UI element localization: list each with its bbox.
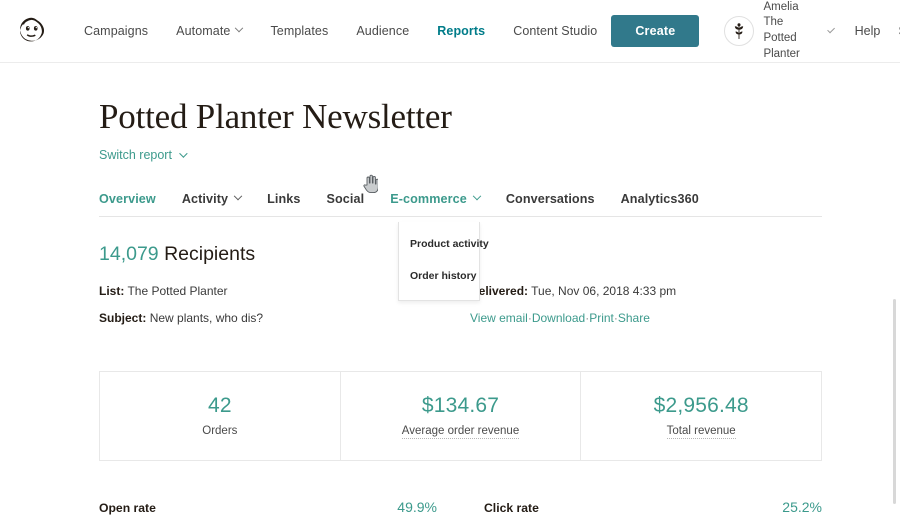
view-email-link[interactable]: View email	[470, 311, 528, 325]
download-link[interactable]: Download	[532, 311, 585, 325]
create-button[interactable]: Create	[611, 15, 699, 47]
open-rate-title: Open rate	[99, 501, 156, 515]
click-rate-percent: 25.2%	[782, 499, 822, 515]
tab-label: Overview	[99, 192, 156, 206]
account-menu[interactable]: Amelia The Potted Planter	[724, 0, 830, 62]
report-tabs: Overview Activity Links Social E-commerc…	[99, 192, 822, 217]
account-text: Amelia The Potted Planter	[763, 0, 806, 62]
click-rate-title: Click rate	[484, 501, 539, 515]
report-page: Potted Planter Newsletter Switch report …	[0, 97, 900, 519]
chevron-down-icon	[827, 25, 835, 33]
email-action-links: View email·Download·Print·Share	[470, 311, 822, 325]
tab-analytics360[interactable]: Analytics360	[608, 192, 712, 206]
tab-conversations[interactable]: Conversations	[493, 192, 608, 206]
nav-link-label: Campaigns	[84, 24, 148, 38]
dropdown-item-product-activity[interactable]: Product activity	[399, 228, 479, 260]
stat-card-total-revenue: $2,956.48 Total revenue	[581, 372, 821, 460]
page-scrollbar-track[interactable]	[892, 64, 898, 519]
chevron-down-icon	[179, 149, 187, 157]
switch-report-label: Switch report	[99, 148, 172, 162]
delivered-row: Delivered: Tue, Nov 06, 2018 4:33 pm	[470, 284, 822, 300]
open-rate-percent: 49.9%	[397, 499, 437, 515]
primary-nav-links: Campaigns Automate Templates Audience Re…	[70, 18, 611, 44]
stat-label[interactable]: Average order revenue	[402, 425, 519, 439]
stat-value: $134.67	[351, 394, 571, 418]
stat-label[interactable]: Total revenue	[667, 425, 736, 439]
stat-card-orders: 42 Orders	[100, 372, 341, 460]
stat-value: 42	[110, 394, 330, 418]
tab-activity[interactable]: Activity	[169, 192, 254, 206]
campaign-meta-right: Delivered: Tue, Nov 06, 2018 4:33 pm Vie…	[470, 284, 822, 337]
subject-value: New plants, who dis?	[150, 311, 263, 325]
recipients-count: 14,079	[99, 243, 159, 265]
list-value: The Potted Planter	[127, 284, 227, 298]
print-link[interactable]: Print	[589, 311, 614, 325]
ecommerce-stat-cards: 42 Orders $134.67 Average order revenue …	[99, 371, 822, 461]
plant-avatar-icon	[724, 16, 754, 46]
tab-label: Analytics360	[621, 192, 699, 206]
tab-label: Social	[327, 192, 365, 206]
account-org: The Potted Planter	[763, 15, 806, 62]
nav-link-reports[interactable]: Reports	[423, 18, 499, 44]
nav-link-templates[interactable]: Templates	[256, 18, 342, 44]
tab-links[interactable]: Links	[254, 192, 313, 206]
stat-value: $2,956.48	[591, 394, 811, 418]
help-link[interactable]: Help	[855, 24, 881, 38]
nav-link-automate[interactable]: Automate	[162, 18, 256, 44]
nav-link-label: Content Studio	[513, 24, 597, 38]
mailchimp-freddie-logo-icon[interactable]	[14, 13, 50, 49]
tab-overview[interactable]: Overview	[99, 192, 169, 206]
switch-report-link[interactable]: Switch report	[99, 148, 185, 162]
subject-label: Subject:	[99, 311, 146, 325]
page-scrollbar-thumb[interactable]	[893, 299, 896, 504]
nav-link-audience[interactable]: Audience	[342, 18, 423, 44]
tab-ecommerce[interactable]: E-commerce	[377, 192, 493, 206]
nav-link-label: Automate	[176, 24, 230, 38]
click-rate-header: Click rate 25.2%	[484, 499, 822, 515]
page-title: Potted Planter Newsletter	[99, 97, 900, 137]
dropdown-item-order-history[interactable]: Order history	[399, 260, 479, 292]
delivered-value: Tue, Nov 06, 2018 4:33 pm	[531, 284, 676, 298]
tab-label: E-commerce	[390, 192, 467, 206]
chevron-down-icon	[235, 24, 243, 32]
share-link[interactable]: Share	[618, 311, 650, 325]
nav-link-label: Templates	[270, 24, 328, 38]
report-tabs-wrapper: Overview Activity Links Social E-commerc…	[99, 192, 822, 217]
top-navigation-bar: Campaigns Automate Templates Audience Re…	[0, 0, 900, 63]
stat-label: Orders	[110, 425, 330, 437]
tab-label: Links	[267, 192, 300, 206]
nav-link-content-studio[interactable]: Content Studio	[499, 18, 611, 44]
ecommerce-dropdown-menu: Product activity Order history	[398, 222, 480, 301]
recipients-heading: 14,079 Recipients	[99, 243, 900, 266]
rate-metrics: Open rate 49.9% List average 49.8% Indus…	[99, 499, 822, 519]
chevron-down-icon	[234, 192, 242, 200]
chevron-down-icon	[473, 192, 481, 200]
tab-social[interactable]: Social	[314, 192, 378, 206]
click-rate-block: Click rate 25.2% List average 22.6% Indu…	[484, 499, 822, 519]
nav-right-group: Create Amelia The Potted Planter	[611, 0, 900, 62]
tab-label: Conversations	[506, 192, 595, 206]
subject-row: Subject: New plants, who dis?	[99, 311, 470, 327]
list-label: List:	[99, 284, 124, 298]
tab-label: Activity	[182, 192, 228, 206]
nav-link-label: Audience	[356, 24, 409, 38]
stat-card-average-order-revenue: $134.67 Average order revenue	[341, 372, 582, 460]
account-name: Amelia	[763, 0, 806, 15]
open-rate-header: Open rate 49.9%	[99, 499, 437, 515]
nav-link-campaigns[interactable]: Campaigns	[70, 18, 162, 44]
nav-link-label: Reports	[437, 24, 485, 38]
recipients-word: Recipients	[164, 243, 255, 265]
open-rate-block: Open rate 49.9% List average 49.8% Indus…	[99, 499, 437, 519]
